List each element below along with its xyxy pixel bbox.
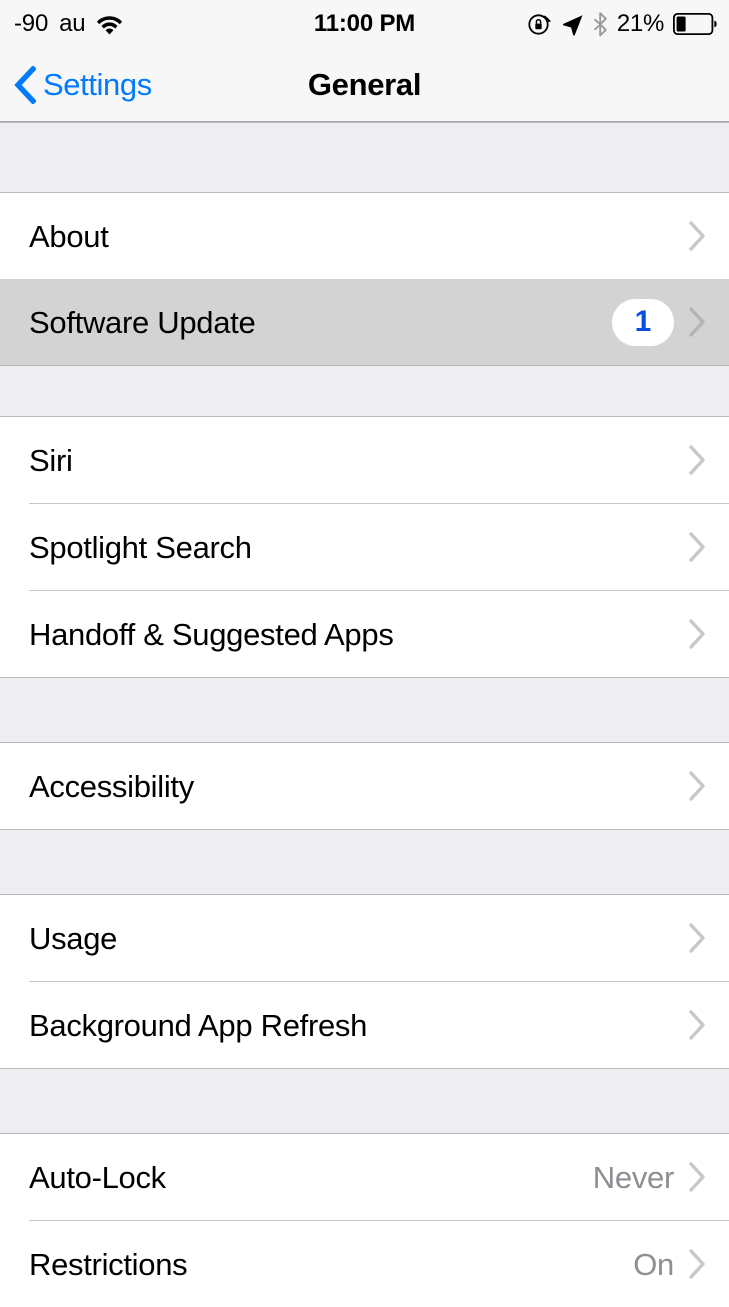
row-accessories <box>688 220 707 252</box>
chevron-right-icon <box>688 1009 707 1041</box>
row-accessories <box>688 770 707 802</box>
row-label: Background App Refresh <box>29 1007 368 1043</box>
row-label: Siri <box>29 442 73 478</box>
settings-row-accessibility[interactable]: Accessibility <box>0 743 729 829</box>
chevron-right-icon <box>688 444 707 476</box>
row-label: Accessibility <box>29 768 194 804</box>
group-spacer <box>0 122 729 193</box>
row-label: Software Update <box>29 304 256 340</box>
settings-row-restrictions[interactable]: Restrictions On <box>0 1221 729 1307</box>
chevron-right-icon <box>688 220 707 252</box>
chevron-right-icon <box>688 1248 707 1280</box>
status-badge: 1 <box>612 298 674 346</box>
chevron-right-icon <box>688 618 707 650</box>
row-accessories <box>688 444 707 476</box>
settings-row-software-update[interactable]: Software Update 1 <box>0 279 729 365</box>
settings-group-1: Siri Spotlight Search Handoff & Suggeste… <box>0 417 729 677</box>
settings-row-handoff-suggested-apps[interactable]: Handoff & Suggested Apps <box>0 591 729 677</box>
location-arrow-icon <box>561 13 584 36</box>
page-title-text: General <box>307 66 422 102</box>
row-label: Handoff & Suggested Apps <box>29 616 394 652</box>
settings-group-0: About Software Update 1 <box>0 193 729 365</box>
page-title: General <box>0 48 729 121</box>
settings-group-3: Usage Background App Refresh <box>0 895 729 1068</box>
group-spacer <box>0 829 729 895</box>
rotation-lock-icon <box>527 12 552 37</box>
settings-group-4: Auto-Lock Never Restrictions On <box>0 1134 729 1307</box>
row-accessories: On <box>633 1248 707 1280</box>
row-label: Usage <box>29 920 118 956</box>
group-spacer <box>0 1068 729 1134</box>
chevron-right-icon <box>688 922 707 954</box>
status-bar-right: 21% <box>527 0 717 48</box>
settings-group-2: Accessibility <box>0 743 729 829</box>
row-accessories <box>688 1009 707 1041</box>
battery-percent-text: 21% <box>616 10 664 37</box>
settings-list: About Software Update 1 Siri Spotlight S… <box>0 122 729 1307</box>
settings-row-auto-lock[interactable]: Auto-Lock Never <box>0 1134 729 1220</box>
group-spacer <box>0 677 729 743</box>
settings-row-spotlight-search[interactable]: Spotlight Search <box>0 504 729 590</box>
settings-row-about[interactable]: About <box>0 193 729 279</box>
row-accessories: Never <box>593 1161 707 1193</box>
chevron-right-icon <box>688 306 707 338</box>
row-accessories <box>688 922 707 954</box>
row-label: Auto-Lock <box>29 1159 166 1195</box>
battery-icon <box>673 13 717 35</box>
chevron-right-icon <box>688 770 707 802</box>
chevron-right-icon <box>688 1161 707 1193</box>
row-accessories <box>688 531 707 563</box>
settings-row-siri[interactable]: Siri <box>0 417 729 503</box>
row-label: Spotlight Search <box>29 529 252 565</box>
bluetooth-icon <box>593 11 608 37</box>
chevron-right-icon <box>688 531 707 563</box>
row-label: About <box>29 218 109 254</box>
status-bar: -90 au 11:00 PM 21% <box>0 0 729 48</box>
row-accessories: 1 <box>612 298 707 346</box>
row-value: On <box>633 1246 674 1282</box>
clock-time: 11:00 PM <box>313 10 416 37</box>
row-accessories <box>688 618 707 650</box>
settings-row-usage[interactable]: Usage <box>0 895 729 981</box>
row-value: Never <box>592 1159 675 1195</box>
group-spacer <box>0 365 729 417</box>
navigation-bar: Settings General <box>0 48 729 122</box>
settings-row-background-app-refresh[interactable]: Background App Refresh <box>0 982 729 1068</box>
row-label: Restrictions <box>29 1246 188 1282</box>
